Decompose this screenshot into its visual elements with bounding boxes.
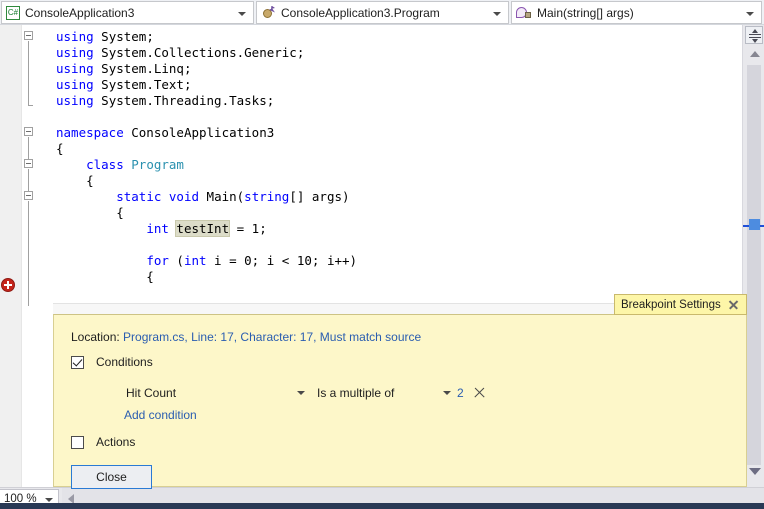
split-view-button[interactable] <box>745 26 763 44</box>
code-line: using System.Text; <box>56 77 192 92</box>
collapse-toggle-namespace[interactable] <box>24 127 33 136</box>
outline-guide-foot <box>28 105 33 106</box>
breakpoint-location-link[interactable]: Program.cs, Line: 17, Character: 17, Mus… <box>123 330 421 344</box>
visual-studio-editor-window: C# ConsoleApplication3 ConsoleApplicatio… <box>0 0 764 509</box>
breakpoint-settings-header: Breakpoint Settings <box>614 294 747 315</box>
chevron-down-icon[interactable] <box>493 12 501 16</box>
window-bottom-edge <box>0 503 764 509</box>
breakpoint-settings-title: Breakpoint Settings <box>621 298 721 311</box>
conditions-row[interactable]: Conditions <box>71 355 153 369</box>
code-line: { <box>56 173 94 188</box>
type-dropdown[interactable]: ConsoleApplication3.Program <box>256 1 509 24</box>
class-icon <box>261 5 276 20</box>
add-condition-link[interactable]: Add condition <box>124 408 197 422</box>
project-dropdown[interactable]: C# ConsoleApplication3 <box>1 1 254 24</box>
outline-guide <box>28 137 29 159</box>
actions-row[interactable]: Actions <box>71 435 135 449</box>
code-line: using System.Threading.Tasks; <box>56 93 275 108</box>
actions-label: Actions <box>96 435 136 449</box>
outline-guide <box>28 201 29 306</box>
close-button[interactable]: Close <box>71 465 152 489</box>
breakpoint-location-prefix: Location: <box>71 330 124 344</box>
scrollbar-thumb[interactable] <box>749 219 760 230</box>
scroll-down-arrow-icon[interactable] <box>749 468 761 475</box>
code-line: namespace ConsoleApplication3 <box>56 125 275 140</box>
condition-type-dropdown[interactable]: Hit Count <box>124 383 309 402</box>
outline-guide <box>28 169 29 191</box>
code-line: using System.Collections.Generic; <box>56 45 305 60</box>
project-dropdown-label: ConsoleApplication3 <box>25 5 135 20</box>
code-line: int testInt = 1; <box>146 220 267 237</box>
conditional-breakpoint-icon[interactable] <box>1 278 15 292</box>
method-private-icon <box>516 6 532 20</box>
scrollbar-track[interactable] <box>747 65 761 465</box>
remove-condition-icon[interactable] <box>473 386 486 399</box>
breakpoint-location: Location: Program.cs, Line: 17, Characte… <box>71 330 421 344</box>
code-line: for (int i = 0; i < 10; i++) <box>146 253 358 268</box>
outline-guide <box>28 41 29 105</box>
chevron-down-icon[interactable] <box>297 391 305 395</box>
collapse-toggle-usings[interactable] <box>24 31 33 40</box>
member-dropdown-label: Main(string[] args) <box>537 5 634 20</box>
outlining-margin[interactable] <box>23 25 45 487</box>
chevron-down-icon[interactable] <box>238 12 246 16</box>
code-line: { <box>56 269 154 284</box>
chevron-down-icon[interactable] <box>443 391 451 395</box>
actions-checkbox[interactable] <box>71 435 84 449</box>
code-line: { <box>56 205 124 220</box>
condition-operator-dropdown[interactable]: Is a multiple of <box>315 383 455 402</box>
code-line: static void Main(string[] args) <box>116 189 350 204</box>
collapse-toggle-class[interactable] <box>24 159 33 168</box>
member-dropdown[interactable]: Main(string[] args) <box>511 1 762 24</box>
condition-value-input[interactable]: 2 <box>457 386 464 400</box>
breakpoint-settings-panel: Location: Program.cs, Line: 17, Characte… <box>53 314 747 489</box>
chevron-down-icon[interactable] <box>746 12 754 16</box>
code-line: using System.Linq; <box>56 61 192 76</box>
conditions-label: Conditions <box>96 355 153 369</box>
close-icon[interactable] <box>727 298 740 311</box>
code-line: { <box>56 141 64 156</box>
chevron-down-icon[interactable] <box>45 497 53 502</box>
conditions-checkbox[interactable] <box>71 355 84 369</box>
condition-editor-row: Hit Count Is a multiple of 2 <box>124 383 486 402</box>
code-line: class Program <box>86 157 184 172</box>
navigation-bar: C# ConsoleApplication3 ConsoleApplicatio… <box>0 0 764 25</box>
code-line: using System; <box>56 29 154 44</box>
scroll-up-arrow-icon[interactable] <box>750 51 760 57</box>
collapse-toggle-method[interactable] <box>24 191 33 200</box>
type-dropdown-label: ConsoleApplication3.Program <box>281 5 440 20</box>
csharp-project-icon: C# <box>6 5 20 20</box>
condition-operator-value: Is a multiple of <box>317 385 395 400</box>
breakpoint-margin[interactable] <box>0 25 22 487</box>
condition-type-value: Hit Count <box>126 385 177 400</box>
